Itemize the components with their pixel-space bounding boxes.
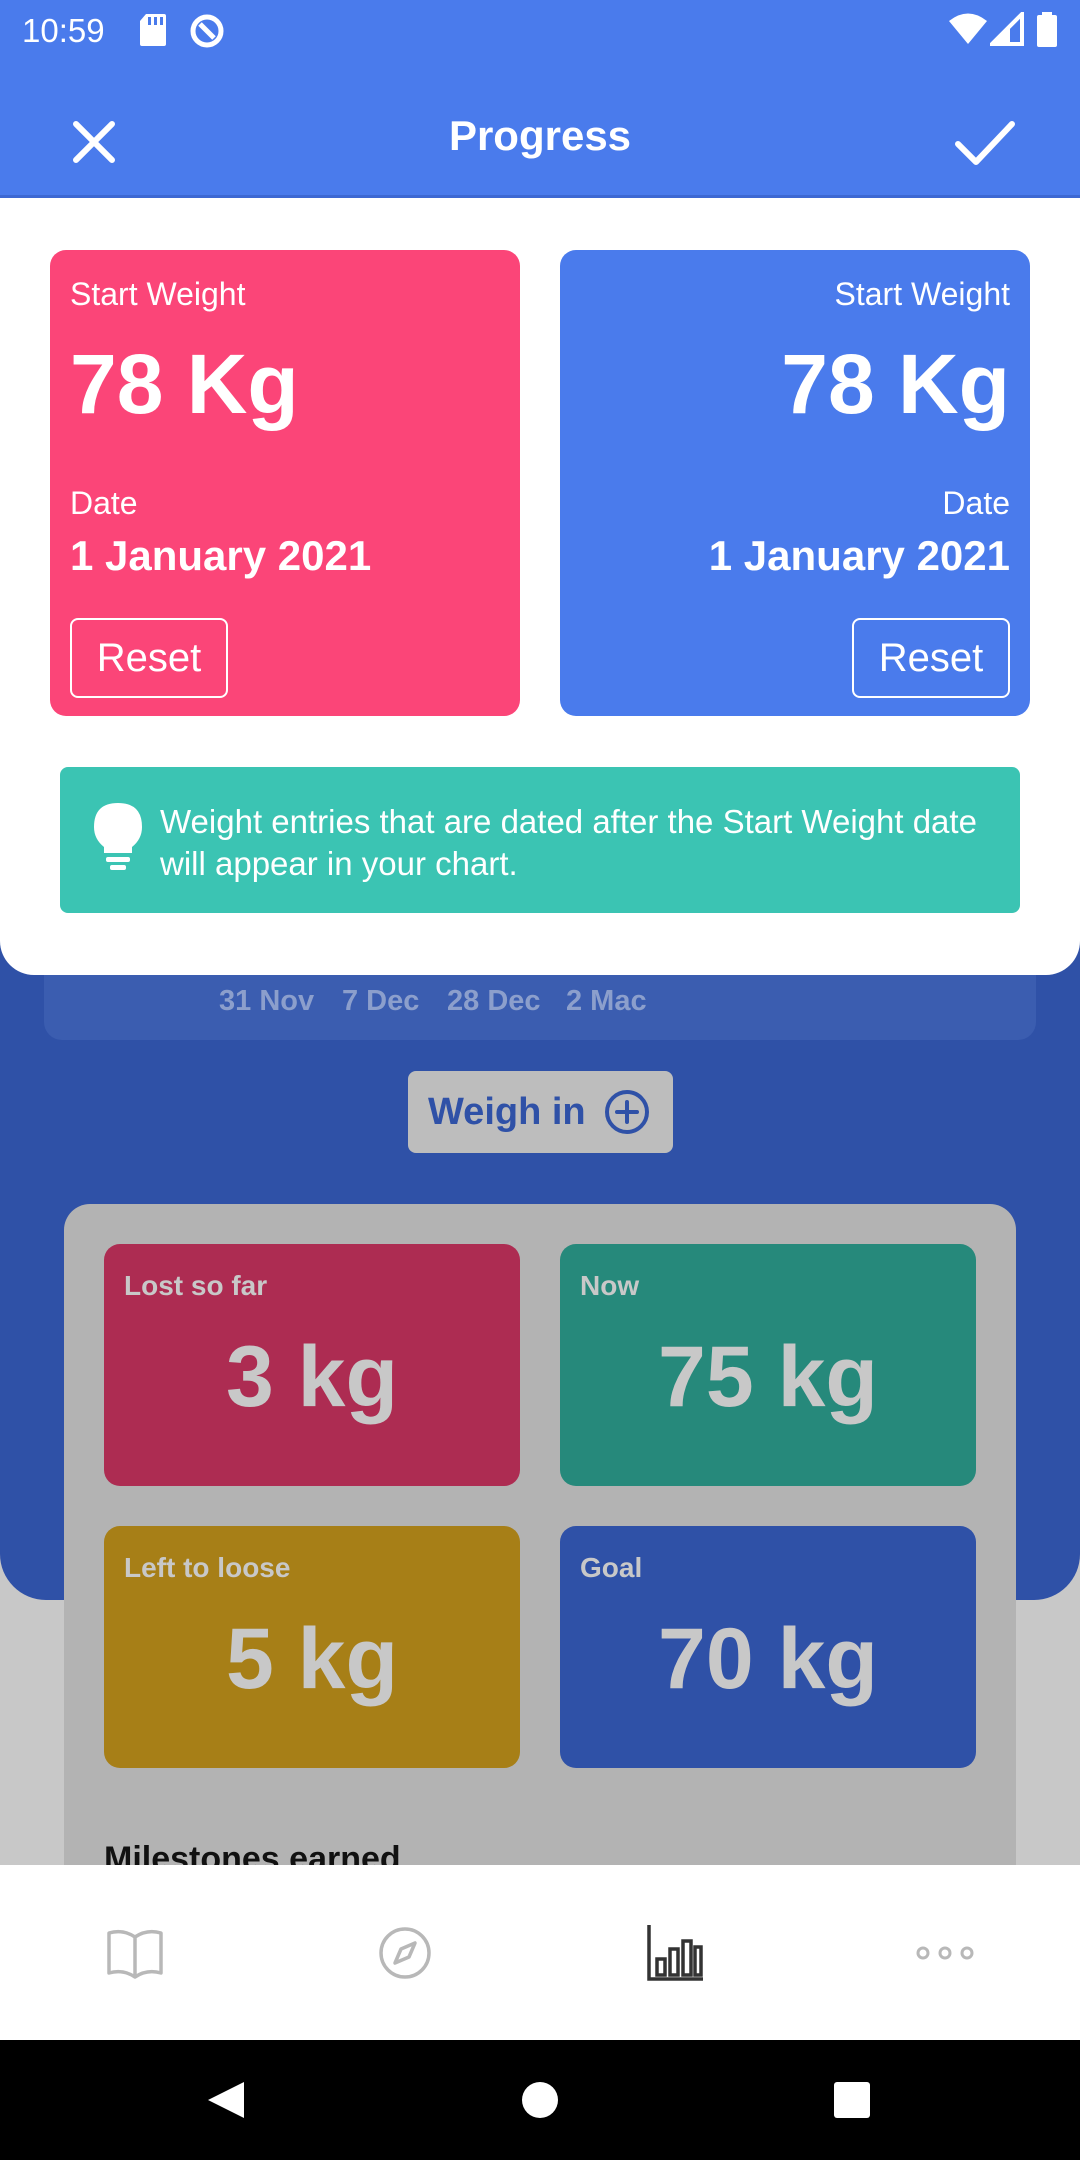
status-time: 10:59 [22,12,105,49]
signal-icon [990,12,1024,46]
app-bar: Progress [0,60,1080,198]
stat-value: 5 kg [225,1611,399,1707]
battery-icon [1037,12,1057,47]
stat-value: 75 kg [658,1329,878,1425]
home-icon[interactable] [500,2060,580,2140]
system-nav-bar [0,2040,1080,2160]
stat-tile-goal: Goal 70 kg [560,1526,976,1768]
nav-item-journal[interactable] [0,1865,270,2040]
weigh-in-button[interactable]: Weigh in [408,1071,673,1153]
stat-label: Lost so far [124,1270,268,1301]
nav-item-explore[interactable] [270,1865,540,2040]
stat-tile-now: Now 75 kg [560,1244,976,1486]
stat-label: Goal [580,1552,643,1583]
book-icon [107,1929,163,1979]
chart-x-label: 2 Mac [566,985,647,1017]
chart-x-label: 28 Dec [447,985,541,1017]
date-label: Date [942,485,1010,521]
nav-item-more[interactable] [810,1865,1080,2040]
tip-text: Weight entries that are dated after the … [160,803,977,882]
start-date-value: 1 January 2021 [708,532,1010,579]
start-weight-sheet: Start Weight 78 Kg Date 1 January 2021 R… [0,198,1080,975]
date-label: Date [70,485,138,521]
page-title: Progress [448,112,632,159]
start-weight-card-right: Start Weight 78 Kg Date 1 January 2021 R… [560,250,1030,716]
compass-icon [379,1927,431,1979]
sd-card-icon [140,14,166,46]
stat-tile-lost: Lost so far 3 kg [104,1244,520,1486]
nav-item-progress[interactable] [540,1865,810,2040]
start-date-value: 1 January 2021 [70,532,372,579]
weigh-in-label: Weigh in [428,1091,586,1133]
start-weight-value: 78 Kg [781,337,1010,431]
stat-label: Left to loose [124,1552,291,1583]
start-weight-label: Start Weight [70,276,246,312]
stat-label: Now [580,1270,640,1301]
back-icon[interactable] [186,2060,266,2140]
start-weight-card-left: Start Weight 78 Kg Date 1 January 2021 R… [50,250,520,716]
tip-banner: Weight entries that are dated after the … [60,767,1020,913]
start-weight-label: Start Weight [834,276,1010,312]
stat-value: 70 kg [658,1611,878,1707]
bar-chart-icon [647,1925,703,1981]
stat-tile-left: Left to loose 5 kg [104,1526,520,1768]
status-bar: 10:59 [0,0,1080,60]
check-icon[interactable] [950,110,1020,174]
plus-circle-icon [605,1090,649,1134]
more-horizontal-icon [916,1946,974,1960]
wifi-icon [949,13,987,44]
chart-x-label: 31 Nov [219,985,315,1017]
reset-button[interactable]: Reset [70,618,228,698]
stat-value: 3 kg [225,1329,399,1425]
bottom-nav [0,1865,1080,2040]
reset-button[interactable]: Reset [852,618,1010,698]
lightbulb-icon [94,803,142,870]
recents-icon[interactable] [812,2060,892,2140]
sync-icon [190,14,224,48]
chart-x-label: 7 Dec [342,985,420,1017]
start-weight-value: 78 Kg [70,337,299,431]
